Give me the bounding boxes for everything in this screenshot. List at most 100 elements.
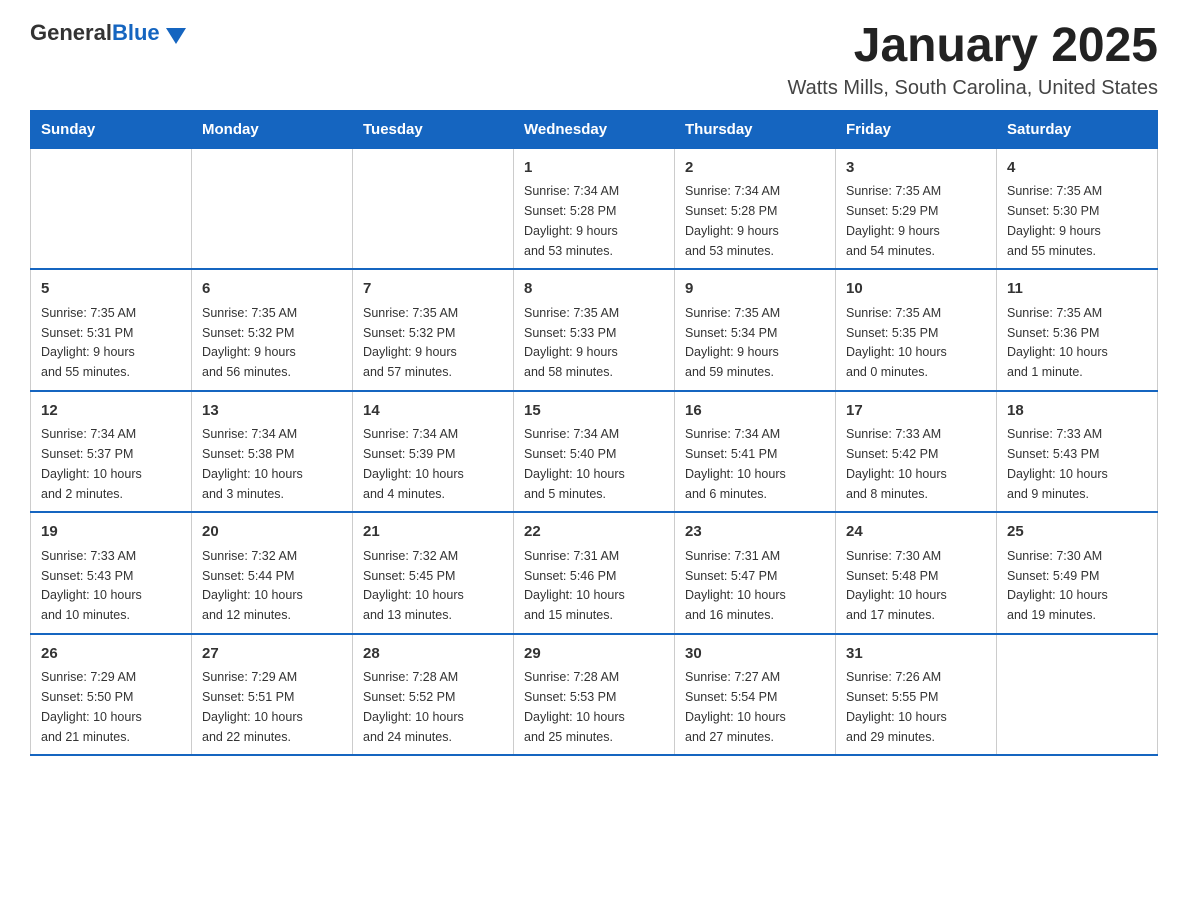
calendar-week-row: 1Sunrise: 7:34 AMSunset: 5:28 PMDaylight… [31, 148, 1158, 269]
day-number: 5 [41, 278, 181, 301]
calendar-cell: 6 Sunrise: 7:35 AMSunset: 5:32 PMDaylight… [192, 269, 353, 391]
header: GeneralBlue January 2025 Watts Mills, So… [30, 20, 1158, 100]
day-number: 20 [202, 521, 342, 544]
calendar-cell: 8Sunrise: 7:35 AMSunset: 5:33 PMDaylight… [514, 269, 675, 391]
calendar-cell: 7 Sunrise: 7:35 AMSunset: 5:32 PMDaylight… [353, 269, 514, 391]
day-number: 7 [363, 278, 503, 301]
calendar-cell: 19 Sunrise: 7:33 AMSunset: 5:43 PMDayligh… [31, 512, 192, 634]
day-number: 11 [1007, 278, 1147, 301]
day-info: Sunrise: 7:34 AMSunset: 5:40 PMDaylight:… [524, 427, 625, 500]
calendar-cell: 25 Sunrise: 7:30 AMSunset: 5:49 PMDayligh… [997, 512, 1158, 634]
calendar-cell [192, 148, 353, 269]
day-number: 30 [685, 643, 825, 666]
day-number: 29 [524, 643, 664, 666]
calendar-cell: 1Sunrise: 7:34 AMSunset: 5:28 PMDaylight… [514, 148, 675, 269]
weekday-header-saturday: Saturday [997, 110, 1158, 148]
day-info: Sunrise: 7:35 AMSunset: 5:33 PMDaylight:… [524, 306, 619, 379]
calendar-cell [997, 634, 1158, 756]
day-info: Sunrise: 7:35 AMSunset: 5:32 PMDaylight:… [202, 306, 297, 379]
calendar-cell: 13Sunrise: 7:34 AMSunset: 5:38 PMDayligh… [192, 391, 353, 513]
day-info: Sunrise: 7:34 AMSunset: 5:41 PMDaylight:… [685, 427, 786, 500]
calendar-cell [31, 148, 192, 269]
calendar-week-row: 19 Sunrise: 7:33 AMSunset: 5:43 PMDayligh… [31, 512, 1158, 634]
day-number: 18 [1007, 400, 1147, 423]
calendar-cell: 11 Sunrise: 7:35 AMSunset: 5:36 PMDayligh… [997, 269, 1158, 391]
calendar-cell: 31Sunrise: 7:26 AMSunset: 5:55 PMDayligh… [836, 634, 997, 756]
day-number: 12 [41, 400, 181, 423]
calendar-cell: 3 Sunrise: 7:35 AMSunset: 5:29 PMDaylight… [836, 148, 997, 269]
calendar-table: SundayMondayTuesdayWednesdayThursdayFrid… [30, 110, 1158, 757]
day-info: Sunrise: 7:33 AMSunset: 5:42 PMDaylight:… [846, 427, 947, 500]
day-number: 2 [685, 157, 825, 180]
day-info: Sunrise: 7:34 AMSunset: 5:37 PMDaylight:… [41, 427, 142, 500]
day-info: Sunrise: 7:34 AMSunset: 5:39 PMDaylight:… [363, 427, 464, 500]
day-info: Sunrise: 7:35 AMSunset: 5:35 PMDaylight:… [846, 306, 947, 379]
weekday-header-friday: Friday [836, 110, 997, 148]
day-info: Sunrise: 7:33 AMSunset: 5:43 PMDaylight:… [1007, 427, 1108, 500]
title-area: January 2025 Watts Mills, South Carolina… [787, 20, 1158, 100]
day-number: 21 [363, 521, 503, 544]
day-info: Sunrise: 7:34 AMSunset: 5:28 PMDaylight:… [524, 184, 619, 257]
day-info: Sunrise: 7:32 AMSunset: 5:45 PMDaylight:… [363, 549, 464, 622]
day-number: 9 [685, 278, 825, 301]
calendar-cell: 29 Sunrise: 7:28 AMSunset: 5:53 PMDayligh… [514, 634, 675, 756]
calendar-cell: 16Sunrise: 7:34 AMSunset: 5:41 PMDayligh… [675, 391, 836, 513]
day-info: Sunrise: 7:31 AMSunset: 5:47 PMDaylight:… [685, 549, 786, 622]
day-number: 10 [846, 278, 986, 301]
logo: GeneralBlue [30, 20, 186, 46]
calendar-cell: 18 Sunrise: 7:33 AMSunset: 5:43 PMDayligh… [997, 391, 1158, 513]
day-info: Sunrise: 7:35 AMSunset: 5:36 PMDaylight:… [1007, 306, 1108, 379]
day-number: 17 [846, 400, 986, 423]
day-info: Sunrise: 7:32 AMSunset: 5:44 PMDaylight:… [202, 549, 303, 622]
day-info: Sunrise: 7:35 AMSunset: 5:31 PMDaylight:… [41, 306, 136, 379]
day-info: Sunrise: 7:35 AMSunset: 5:30 PMDaylight:… [1007, 184, 1102, 257]
day-info: Sunrise: 7:35 AMSunset: 5:32 PMDaylight:… [363, 306, 458, 379]
weekday-header-tuesday: Tuesday [353, 110, 514, 148]
weekday-header-monday: Monday [192, 110, 353, 148]
calendar-header-row: SundayMondayTuesdayWednesdayThursdayFrid… [31, 110, 1158, 148]
day-number: 25 [1007, 521, 1147, 544]
calendar-cell: 28Sunrise: 7:28 AMSunset: 5:52 PMDayligh… [353, 634, 514, 756]
logo-blue: Blue [112, 20, 160, 45]
day-number: 27 [202, 643, 342, 666]
calendar-cell: 15 Sunrise: 7:34 AMSunset: 5:40 PMDayligh… [514, 391, 675, 513]
day-number: 6 [202, 278, 342, 301]
location-title: Watts Mills, South Carolina, United Stat… [787, 77, 1158, 100]
day-info: Sunrise: 7:28 AMSunset: 5:53 PMDaylight:… [524, 670, 625, 743]
calendar-week-row: 26 Sunrise: 7:29 AMSunset: 5:50 PMDayligh… [31, 634, 1158, 756]
day-info: Sunrise: 7:27 AMSunset: 5:54 PMDaylight:… [685, 670, 786, 743]
calendar-cell: 27 Sunrise: 7:29 AMSunset: 5:51 PMDayligh… [192, 634, 353, 756]
day-info: Sunrise: 7:29 AMSunset: 5:50 PMDaylight:… [41, 670, 142, 743]
calendar-week-row: 5 Sunrise: 7:35 AMSunset: 5:31 PMDaylight… [31, 269, 1158, 391]
calendar-cell: 10 Sunrise: 7:35 AMSunset: 5:35 PMDayligh… [836, 269, 997, 391]
calendar-cell [353, 148, 514, 269]
day-number: 15 [524, 400, 664, 423]
calendar-cell: 24 Sunrise: 7:30 AMSunset: 5:48 PMDayligh… [836, 512, 997, 634]
day-info: Sunrise: 7:34 AMSunset: 5:38 PMDaylight:… [202, 427, 303, 500]
day-number: 19 [41, 521, 181, 544]
day-info: Sunrise: 7:30 AMSunset: 5:48 PMDaylight:… [846, 549, 947, 622]
day-info: Sunrise: 7:29 AMSunset: 5:51 PMDaylight:… [202, 670, 303, 743]
day-number: 14 [363, 400, 503, 423]
day-number: 3 [846, 157, 986, 180]
calendar-cell: 26 Sunrise: 7:29 AMSunset: 5:50 PMDayligh… [31, 634, 192, 756]
logo-general: General [30, 20, 112, 45]
weekday-header-sunday: Sunday [31, 110, 192, 148]
calendar-cell: 9 Sunrise: 7:35 AMSunset: 5:34 PMDaylight… [675, 269, 836, 391]
calendar-cell: 30 Sunrise: 7:27 AMSunset: 5:54 PMDayligh… [675, 634, 836, 756]
calendar-cell: 5 Sunrise: 7:35 AMSunset: 5:31 PMDaylight… [31, 269, 192, 391]
day-info: Sunrise: 7:26 AMSunset: 5:55 PMDaylight:… [846, 670, 947, 743]
day-number: 24 [846, 521, 986, 544]
calendar-cell: 22Sunrise: 7:31 AMSunset: 5:46 PMDayligh… [514, 512, 675, 634]
day-info: Sunrise: 7:33 AMSunset: 5:43 PMDaylight:… [41, 549, 142, 622]
day-info: Sunrise: 7:30 AMSunset: 5:49 PMDaylight:… [1007, 549, 1108, 622]
calendar-cell: 12 Sunrise: 7:34 AMSunset: 5:37 PMDayligh… [31, 391, 192, 513]
weekday-header-thursday: Thursday [675, 110, 836, 148]
logo-text: GeneralBlue [30, 20, 160, 46]
day-info: Sunrise: 7:35 AMSunset: 5:29 PMDaylight:… [846, 184, 941, 257]
weekday-header-wednesday: Wednesday [514, 110, 675, 148]
day-info: Sunrise: 7:35 AMSunset: 5:34 PMDaylight:… [685, 306, 780, 379]
calendar-cell: 2Sunrise: 7:34 AMSunset: 5:28 PMDaylight… [675, 148, 836, 269]
day-number: 26 [41, 643, 181, 666]
day-number: 4 [1007, 157, 1147, 180]
